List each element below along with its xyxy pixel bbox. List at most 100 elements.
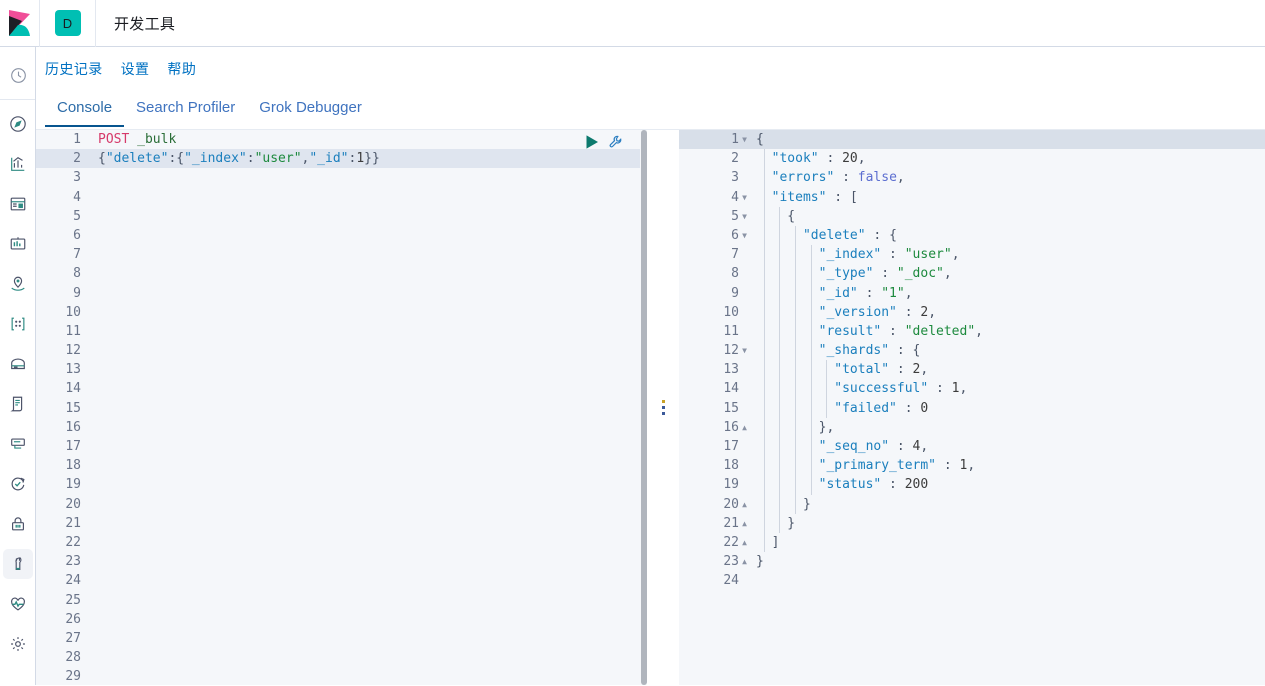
response-code-line[interactable]: "took" : 20, <box>754 149 1265 169</box>
response-code-line[interactable]: "_primary_term" : 1, <box>754 456 1265 476</box>
tab-grok-debugger[interactable]: Grok Debugger <box>247 92 374 127</box>
history-link[interactable]: 历史记录 <box>45 59 103 79</box>
request-code-line[interactable] <box>92 188 646 207</box>
settings-link[interactable]: 设置 <box>121 59 150 79</box>
response-code-line[interactable]: "result" : "deleted", <box>754 321 1265 342</box>
response-code-line[interactable]: }, <box>754 417 1265 437</box>
response-code-line[interactable]: "_shards" : { <box>754 341 1265 361</box>
request-code-line[interactable] <box>92 667 646 686</box>
request-code-line[interactable] <box>92 456 646 475</box>
request-code-line[interactable] <box>92 303 646 322</box>
response-code-line[interactable] <box>754 571 1265 590</box>
fold-down-icon[interactable]: ▼ <box>739 130 750 149</box>
request-code-line[interactable] <box>92 399 646 418</box>
request-line-number: 18 <box>65 458 81 474</box>
request-code-line[interactable] <box>92 475 646 494</box>
sidebar-item-apm[interactable] <box>0 424 36 464</box>
response-code-line[interactable]: "failed" : 0 <box>754 398 1265 418</box>
response-code-line[interactable]: "status" : 200 <box>754 475 1265 495</box>
request-code-line[interactable] <box>92 418 646 437</box>
request-code-line[interactable] <box>92 226 646 245</box>
response-code-line[interactable]: "successful" : 1, <box>754 379 1265 399</box>
sidebar-item-monitoring[interactable] <box>0 584 36 624</box>
request-code-line[interactable] <box>92 571 646 590</box>
response-code-line[interactable]: ] <box>754 532 1265 553</box>
indent-guide <box>826 360 828 380</box>
sidebar-item-uptime[interactable] <box>0 464 36 504</box>
line-number-text: 24 <box>723 573 739 589</box>
request-line-number: 8 <box>73 266 81 282</box>
fold-down-icon[interactable]: ▼ <box>739 341 750 360</box>
response-code-line[interactable]: "total" : 2, <box>754 360 1265 380</box>
request-code-line[interactable] <box>92 514 646 533</box>
response-code-line[interactable]: "errors" : false, <box>754 168 1265 188</box>
response-code-line[interactable]: "_version" : 2, <box>754 302 1265 322</box>
response-code-line[interactable]: } <box>754 552 1265 571</box>
response-code-line[interactable]: "_id" : "1", <box>754 283 1265 303</box>
response-code-line[interactable]: "delete" : { <box>754 225 1265 246</box>
response-code-line[interactable]: { <box>754 206 1265 226</box>
response-editor[interactable]: 1 ▼ 2 3 4 ▼ 5 ▼ 6 ▼ 7 8 9 10 11 12 ▼ 13 14 15 16 ▲ 1… <box>679 130 1265 685</box>
play-icon[interactable] <box>584 134 600 150</box>
response-code-line[interactable]: { <box>754 130 1265 150</box>
sidebar-item-recently-viewed[interactable] <box>0 55 36 95</box>
sidebar-item-infrastructure[interactable] <box>0 344 36 384</box>
tab-search-profiler[interactable]: Search Profiler <box>124 92 247 127</box>
request-code-line[interactable] <box>92 245 646 264</box>
request-code[interactable]: POST _bulk {"delete":{"_index":"user","_i… <box>92 130 646 685</box>
request-code-line[interactable] <box>92 168 646 187</box>
sidebar-item-discover[interactable] <box>0 104 36 144</box>
sidebar-item-dev-tools[interactable] <box>0 544 36 584</box>
request-code-line[interactable] <box>92 360 646 379</box>
request-line-number: 26 <box>65 611 81 627</box>
request-code-line[interactable] <box>92 284 646 303</box>
request-code-line[interactable]: {"delete":{"_index":"user","_id":1}} <box>92 149 646 169</box>
request-code-line[interactable]: POST _bulk <box>92 130 646 149</box>
request-scrollbar[interactable] <box>640 130 647 685</box>
response-code-line[interactable]: "_index" : "user", <box>754 245 1265 265</box>
sidebar-item-dashboard[interactable] <box>0 184 36 224</box>
sidebar-item-visualize[interactable] <box>0 144 36 184</box>
response-code-line[interactable]: } <box>754 494 1265 514</box>
fold-up-icon[interactable]: ▲ <box>739 533 750 552</box>
request-code-line[interactable] <box>92 322 646 341</box>
sidebar-item-siem[interactable] <box>0 504 36 544</box>
wrench-icon[interactable] <box>608 134 624 150</box>
panel-splitter[interactable] <box>647 130 679 685</box>
request-code-line[interactable] <box>92 552 646 571</box>
request-editor[interactable]: 1 2 3 4 5 6 7 8 9 10 11 12 13 14 15 16 17 18 19 20 21 22 23 24 2… <box>36 130 647 685</box>
sidebar-item-management[interactable] <box>0 624 36 664</box>
request-code-line[interactable] <box>92 591 646 610</box>
request-code-line[interactable] <box>92 533 646 552</box>
request-code-line[interactable] <box>92 379 646 398</box>
sidebar-item-machine-learning[interactable] <box>0 304 36 344</box>
request-code-line[interactable] <box>92 629 646 648</box>
sidebar-item-canvas[interactable] <box>0 224 36 264</box>
request-code-line[interactable] <box>92 610 646 629</box>
tab-console[interactable]: Console <box>45 92 125 127</box>
kibana-logo-cell[interactable] <box>0 0 40 47</box>
response-code[interactable]: { "took" : 20, "errors" : false, "items"… <box>754 130 1265 685</box>
fold-down-icon[interactable]: ▼ <box>739 188 750 207</box>
fold-down-icon[interactable]: ▼ <box>739 207 750 226</box>
response-code-line[interactable]: "_type" : "_doc", <box>754 264 1265 284</box>
sidebar-item-logs[interactable] <box>0 384 36 424</box>
help-link[interactable]: 帮助 <box>167 59 196 79</box>
fold-up-icon[interactable]: ▲ <box>739 418 750 437</box>
sidebar-item-maps[interactable] <box>0 264 36 304</box>
drag-handle-icon[interactable] <box>661 400 665 415</box>
fold-up-icon[interactable]: ▲ <box>739 495 750 514</box>
response-code-line[interactable]: "_seq_no" : 4, <box>754 437 1265 457</box>
app-badge-cell[interactable]: D <box>40 0 96 47</box>
response-code-line[interactable]: } <box>754 513 1265 533</box>
response-code-line[interactable]: "items" : [ <box>754 187 1265 207</box>
request-code-line[interactable] <box>92 648 646 667</box>
fold-down-icon[interactable]: ▼ <box>739 226 750 245</box>
request-code-line[interactable] <box>92 264 646 283</box>
request-code-line[interactable] <box>92 495 646 514</box>
request-code-line[interactable] <box>92 437 646 456</box>
request-code-line[interactable] <box>92 207 646 226</box>
request-code-line[interactable] <box>92 341 646 360</box>
fold-up-icon[interactable]: ▲ <box>739 514 750 533</box>
fold-up-icon[interactable]: ▲ <box>739 552 750 571</box>
